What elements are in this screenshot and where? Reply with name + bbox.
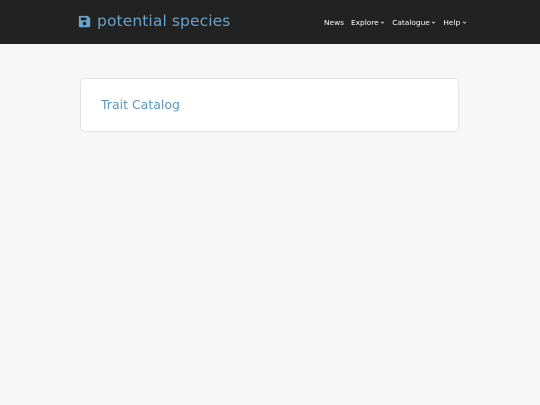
trait-catalog-card: Trait Catalog [80, 78, 459, 132]
main-nav: News Explore Catalogue Help [324, 0, 474, 44]
chevron-down-icon [432, 21, 436, 24]
page-title: Trait Catalog [101, 97, 180, 112]
brand-name: potential species [97, 12, 231, 30]
chevron-down-icon [462, 21, 466, 24]
nav-item-label: Catalogue [392, 17, 430, 27]
floppy-disk-icon [78, 15, 91, 28]
nav-item-label: Help [443, 17, 461, 27]
nav-item-explore[interactable]: Explore [351, 18, 385, 27]
nav-item-catalogue[interactable]: Catalogue [392, 18, 436, 27]
nav-item-news[interactable]: News [324, 18, 344, 27]
nav-item-label: Explore [350, 17, 379, 27]
nav-item-help[interactable]: Help [443, 18, 466, 27]
nav-item-label: News [324, 17, 344, 27]
brand-home-link[interactable]: potential species [78, 11, 230, 31]
top-navbar: potential species News Explore Catalogue… [0, 0, 540, 44]
chevron-down-icon [380, 21, 385, 24]
